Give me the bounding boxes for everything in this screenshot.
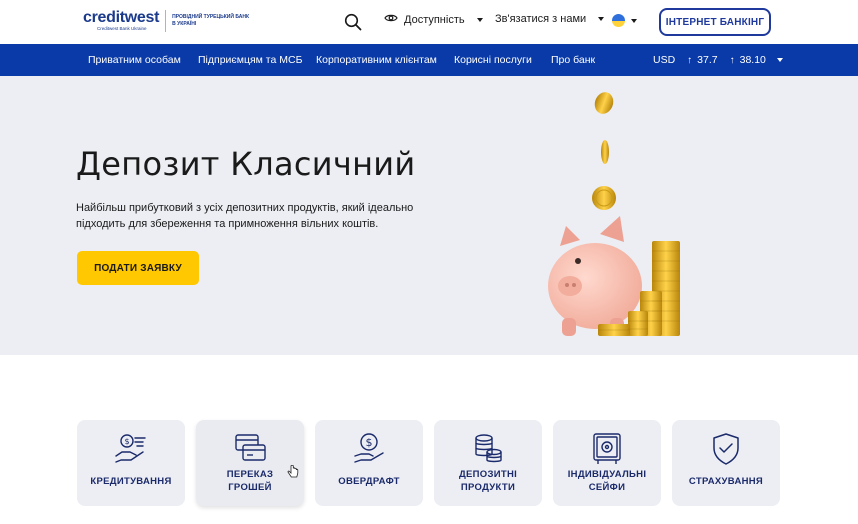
service-card-lending[interactable]: $ КРЕДИТУВАННЯ: [77, 420, 185, 506]
creditwest-logo[interactable]: creditwest Creditwest Bank Ukraine ПРОВІ…: [83, 10, 252, 32]
shield-check-icon: [708, 432, 744, 466]
arrow-up-icon: ↑: [729, 54, 735, 66]
search-icon[interactable]: [344, 13, 362, 31]
apply-button[interactable]: ПОДАТИ ЗАЯВКУ: [77, 251, 199, 285]
language-selector[interactable]: [612, 14, 637, 27]
service-card-deposits[interactable]: ДЕПОЗИТНІ ПРОДУКТИ: [434, 420, 542, 506]
nav-item-sme[interactable]: Підприємцям та МСБ: [198, 54, 302, 66]
hero-section: Депозит Класичний Найбільш прибутковий з…: [0, 76, 858, 355]
main-nav: Приватним особам Підприємцям та МСБ Корп…: [0, 44, 858, 76]
logo-word: creditwest: [83, 9, 160, 26]
exchange-rates-widget[interactable]: USD ↑ 37.7 ↑ 38.10: [653, 54, 783, 66]
service-label: ПЕРЕКАЗ ГРОШЕЙ: [226, 469, 274, 493]
accessibility-label: Доступність: [404, 13, 465, 26]
logo-subtitle: Creditwest Bank Ukraine: [97, 26, 147, 31]
chevron-down-icon: [476, 17, 483, 22]
service-label: ДЕПОЗИТНІ ПРОДУКТИ: [458, 469, 518, 493]
rate-buy: 37.7: [697, 54, 718, 66]
logo-wordmark: creditwest Creditwest Bank Ukraine: [83, 10, 159, 32]
svg-text:$: $: [125, 437, 130, 446]
service-label: КРЕДИТУВАННЯ: [90, 476, 172, 487]
nav-item-about[interactable]: Про банк: [551, 54, 595, 66]
service-label: ОВЕРДРАФТ: [338, 476, 400, 487]
service-card-transfer[interactable]: ПЕРЕКАЗ ГРОШЕЙ: [196, 420, 304, 506]
piggy-bank-illustration: [540, 86, 700, 348]
nav-item-services[interactable]: Корисні послуги: [454, 54, 532, 66]
chevron-down-icon: [631, 18, 637, 23]
coin-stack-icon: [470, 432, 506, 466]
chevron-down-icon: [598, 17, 605, 21]
service-label: СТРАХУВАННЯ: [688, 476, 764, 487]
dollar-hand-icon: $: [351, 432, 387, 466]
contact-dropdown[interactable]: Зв'язатися з нами: [495, 13, 605, 25]
hand-cursor-icon: [287, 464, 299, 479]
service-label: ІНДИВІДУАЛЬНІ СЕЙФИ: [567, 469, 647, 493]
nav-item-corporate[interactable]: Корпоративним клієнтам: [316, 54, 437, 66]
service-card-overdraft[interactable]: $ ОВЕРДРАФТ: [315, 420, 423, 506]
contact-label: Зв'язатися з нами: [495, 13, 587, 25]
logo-tagline: ПРОВІДНИЙ ТУРЕЦЬКИЙ БАНК В УКРАЇНІ: [172, 14, 250, 27]
currency-code: USD: [653, 54, 676, 66]
service-card-safes[interactable]: ІНДИВІДУАЛЬНІ СЕЙФИ: [553, 420, 661, 506]
chevron-down-icon: [776, 58, 783, 62]
eye-icon: [384, 13, 398, 26]
site-header: creditwest Creditwest Bank Ukraine ПРОВІ…: [0, 0, 858, 44]
safe-icon: [589, 432, 625, 466]
service-card-insurance[interactable]: СТРАХУВАННЯ: [672, 420, 780, 506]
accessibility-dropdown[interactable]: Доступність: [384, 13, 483, 26]
rate-sell: 38.10: [739, 54, 766, 66]
cards-transfer-icon: [232, 432, 268, 466]
svg-text:$: $: [366, 436, 373, 449]
arrow-up-icon: ↑: [687, 54, 693, 66]
page-title: Депозит Класичний: [76, 145, 416, 183]
internet-banking-button[interactable]: ІНТЕРНЕТ БАНКІНГ: [659, 8, 771, 36]
hand-coin-icon: $: [113, 432, 149, 466]
nav-item-private[interactable]: Приватним особам: [88, 54, 181, 66]
ukraine-flag-icon: [612, 14, 625, 27]
logo-divider: [165, 10, 167, 32]
services-grid: $ КРЕДИТУВАННЯ ПЕРЕКАЗ ГРОШЕЙ $ ОВЕРДРАФ…: [77, 420, 782, 506]
hero-description: Найбільш прибутковий з усіх депозитних п…: [76, 202, 414, 230]
